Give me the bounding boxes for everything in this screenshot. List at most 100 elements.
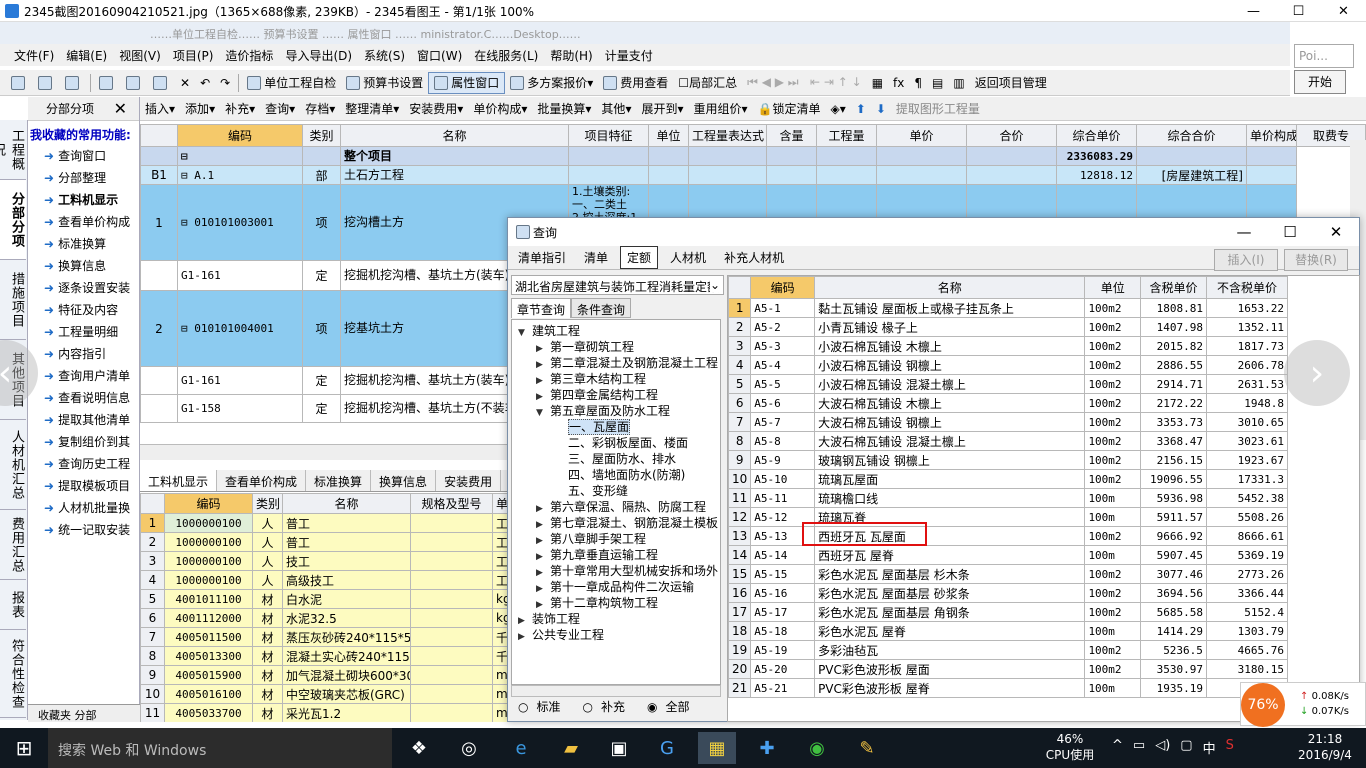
fee-view-button[interactable]: 费用查看 xyxy=(598,72,673,94)
ime-indicator[interactable]: 中 xyxy=(1203,738,1216,757)
app-plus-icon[interactable]: ✚ xyxy=(748,732,786,764)
close-icon[interactable]: ✕ xyxy=(114,97,127,121)
tree-node[interactable]: ▶ 公共专业工程 xyxy=(512,627,720,643)
export-icon[interactable]: ▤ xyxy=(927,72,948,94)
grid-header[interactable]: 类别 xyxy=(302,124,341,147)
copy-icon[interactable] xyxy=(121,72,148,94)
tree-node[interactable]: ▶ 第十二章构筑物工程 xyxy=(512,595,720,611)
expand-to-button[interactable]: 展开到 ▾ xyxy=(636,98,688,120)
menu-file[interactable]: 文件(F) xyxy=(8,47,60,64)
tree-expander-icon[interactable]: ▼ xyxy=(518,325,532,341)
tab-list-guide[interactable]: 清单指引 xyxy=(512,247,572,268)
tree-expander-icon[interactable]: ▶ xyxy=(518,629,532,645)
lock-list-button[interactable]: 🔒 锁定清单 xyxy=(753,98,826,120)
tab-overview[interactable]: 工程概况 xyxy=(0,120,26,180)
app-note-icon[interactable]: ✎ xyxy=(848,732,886,764)
query-button[interactable]: 查询 ▾ xyxy=(260,98,300,120)
table-row[interactable]: 5 A5-5 小波石棉瓦铺设 混凝土檩上 100m2 2914.71 2631.53 xyxy=(728,374,1289,394)
tab-compliance[interactable]: 符合性检查 xyxy=(0,630,26,718)
delete-icon[interactable]: ✕ xyxy=(175,72,195,94)
shortcut-item[interactable]: 提取其他清单 xyxy=(28,409,139,431)
table-row[interactable]: 21A5-21PVC彩色波形板 屋脊100m1935.1917 xyxy=(728,678,1289,698)
table-row[interactable]: 19 A5-19 多彩油毡瓦 100m2 5236.5 4665.76 xyxy=(728,640,1289,660)
tab-fee-summary[interactable]: 费用汇总 xyxy=(0,510,26,580)
tree-node[interactable]: ▶ 第四章金属结构工程 xyxy=(512,387,720,403)
grid-header[interactable]: 工程量表达式 xyxy=(688,124,767,147)
network-icon[interactable]: ▭ xyxy=(1133,738,1145,757)
close-icon[interactable]: ✕ xyxy=(1321,0,1366,22)
insert-button[interactable]: 插入 ▾ xyxy=(140,98,180,120)
shortcut-item[interactable]: 换算信息 xyxy=(28,255,139,277)
app-1-icon[interactable]: ❖ xyxy=(400,732,438,764)
table-row[interactable]: 17 A5-17 彩色水泥瓦 屋面基层 角钢条 100m2 5685.58 5152.4 xyxy=(728,602,1289,622)
table-row[interactable]: 2 1000000100 人普工工 xyxy=(140,532,510,552)
tab-material-summary[interactable]: 人材机汇总 xyxy=(0,420,26,510)
tree-node[interactable]: ▶ 第九章垂直运输工程 xyxy=(512,547,720,563)
partial-summary-button[interactable]: ☐ 局部汇总 xyxy=(673,72,742,94)
tab-condition-query[interactable]: 条件查询 xyxy=(571,298,632,318)
table-row[interactable]: 1 A5-1 黏土瓦铺设 屋面板上或椽子挂瓦条上 100m2 1808.81 1653.2… xyxy=(728,298,1289,318)
tree-node[interactable]: 五、变形缝 xyxy=(512,483,720,499)
menu-system[interactable]: 系统(S) xyxy=(358,47,411,64)
grid-header[interactable]: 项目特征 xyxy=(568,124,649,147)
return-project-button[interactable]: 返回项目管理 xyxy=(970,72,1052,94)
fill-color-icon[interactable]: ◈▾ xyxy=(826,98,851,120)
start-button[interactable]: 开始 xyxy=(1294,70,1346,94)
tray-expand-icon[interactable]: ^ xyxy=(1112,738,1123,757)
supplement-button[interactable]: 补充 ▾ xyxy=(220,98,260,120)
paste-icon[interactable] xyxy=(148,72,175,94)
material-header[interactable]: 编码 xyxy=(164,493,253,514)
grid-header[interactable]: 工程量 xyxy=(816,124,877,147)
tree-node[interactable]: ▼ 第五章屋面及防水工程 xyxy=(512,403,720,419)
material-header[interactable]: 类别 xyxy=(252,493,283,514)
table-row[interactable]: B1 ⊟ A.1 部土石方工程 12818.12 [房屋建筑工程] xyxy=(140,165,1366,185)
poi-box[interactable]: Poi... xyxy=(1294,44,1354,68)
unit-price-button[interactable]: 单价构成 ▾ xyxy=(468,98,532,120)
insert-button[interactable]: 插入(I) xyxy=(1214,249,1278,271)
cpu-usage[interactable]: 46% CPU使用 xyxy=(1030,731,1110,763)
grid-header[interactable]: 含量 xyxy=(766,124,817,147)
bottom-tab[interactable]: 查看单价构成 xyxy=(217,470,307,491)
tree-node[interactable]: 一、瓦屋面 xyxy=(512,419,720,435)
dialog-maximize-icon[interactable]: ☐ xyxy=(1267,218,1313,246)
table-row[interactable]: 8 A5-8 大波石棉瓦铺设 混凝土檩上 100m2 3368.47 3023.61 xyxy=(728,431,1289,451)
table-row[interactable]: 16 A5-16 彩色水泥瓦 屋面基层 砂浆条 100m2 3694.56 3366.44 xyxy=(728,583,1289,603)
table-row[interactable]: 3 1000000100 人技工工 xyxy=(140,551,510,571)
shortcut-item[interactable]: 统一记取安装 xyxy=(28,519,139,541)
menu-payment[interactable]: 计量支付 xyxy=(599,47,659,64)
tree-toggle-icon[interactable]: ⊟ xyxy=(181,150,188,163)
shortcut-item[interactable]: 分部整理 xyxy=(28,167,139,189)
table-row[interactable]: 3 A5-3 小波石棉瓦铺设 木檩上 100m2 2015.82 1817.73 xyxy=(728,336,1289,356)
table-row[interactable]: 114005033700材采光瓦1.2m2 xyxy=(140,703,510,722)
app-2-icon[interactable]: ◎ xyxy=(450,732,488,764)
app-g-icon[interactable]: G xyxy=(648,732,686,764)
cut-icon[interactable] xyxy=(94,72,121,94)
memory-percent[interactable]: 76% xyxy=(1241,683,1285,727)
menu-help[interactable]: 帮助(H) xyxy=(544,47,598,64)
tree-node[interactable]: ▶ 第十章常用大型机械安拆和场外 xyxy=(512,563,720,579)
grid-header[interactable]: 编码 xyxy=(177,124,303,147)
tree-node[interactable]: ▶ 第一章砌筑工程 xyxy=(512,339,720,355)
grid-header[interactable]: 综合单价 xyxy=(1056,124,1137,147)
maximize-icon[interactable]: ☐ xyxy=(1276,0,1321,22)
shortcut-item[interactable]: 查询历史工程 xyxy=(28,453,139,475)
open-icon[interactable] xyxy=(33,72,60,94)
app-green-icon[interactable]: ◉ xyxy=(798,732,836,764)
folder-icon[interactable]: ▰ xyxy=(552,732,590,764)
properties-window-button[interactable]: 属性窗口 xyxy=(428,71,506,94)
tree-node[interactable]: ▶ 第二章混凝土及钢筋混凝土工程 xyxy=(512,355,720,371)
taskbar-search[interactable]: 搜索 Web 和 Windows xyxy=(48,728,392,768)
radio-supplement[interactable]: 补充 xyxy=(583,698,625,715)
table-row[interactable]: 8 4005013300 材混凝土实心砖240*115* 千 xyxy=(140,646,510,666)
menu-view[interactable]: 视图(V) xyxy=(113,47,167,64)
menu-project[interactable]: 项目(P) xyxy=(167,47,220,64)
grid-header[interactable]: 单价构成文件 xyxy=(1246,124,1297,147)
other-button[interactable]: 其他 ▾ xyxy=(596,98,636,120)
clock[interactable]: 21:18 2016/9/4 xyxy=(1290,731,1360,763)
table-row[interactable]: 7 A5-7 大波石棉瓦铺设 钢檩上 100m2 3353.73 3010.65 xyxy=(728,412,1289,432)
replace-button[interactable]: 替换(R) xyxy=(1284,249,1348,271)
quota-header[interactable]: 含税单价 xyxy=(1140,276,1207,299)
sogou-icon[interactable]: S xyxy=(1226,738,1234,757)
table-row[interactable]: 15 A5-15 彩色水泥瓦 屋面基层 杉木条 100m2 3077.46 2773.26 xyxy=(728,564,1289,584)
redo-icon[interactable]: ↷ xyxy=(215,72,235,94)
